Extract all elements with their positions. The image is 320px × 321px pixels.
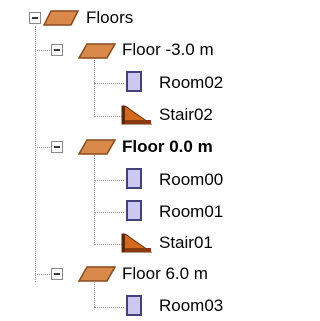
tree-node-floor[interactable]: Floor -3.0 m (0, 34, 243, 65)
tree-node-room[interactable]: Room03 (0, 290, 243, 321)
tree-node-floors[interactable]: Floors (0, 3, 243, 34)
stair-icon (121, 105, 152, 125)
tree-node-room[interactable]: Room02 (0, 67, 243, 98)
room-icon (126, 71, 142, 92)
tree-node-room[interactable]: Room01 (0, 196, 243, 227)
floor-icon (78, 139, 116, 155)
tree-node-floor[interactable]: Floor 0.0 m (0, 131, 243, 162)
tree-node-label: Room03 (159, 296, 224, 315)
collapse-icon[interactable] (51, 268, 63, 280)
tree-node-label: Room00 (159, 170, 224, 189)
tree-node-label: Room01 (159, 202, 224, 221)
tree-node-room[interactable]: Room00 (0, 164, 243, 195)
collapse-icon[interactable] (51, 44, 63, 56)
room-icon (126, 200, 142, 221)
tree-node-label: Room02 (159, 73, 224, 92)
tree-node-label: Floor -3.0 m (122, 40, 214, 59)
floor-icon (78, 43, 116, 59)
tree-node-label: Stair01 (159, 233, 213, 252)
stair-icon (121, 233, 152, 253)
tree-node-stair[interactable]: Stair01 (0, 227, 243, 258)
collapse-icon[interactable] (51, 141, 63, 153)
floor-icon (78, 266, 116, 282)
tree-node-stair[interactable]: Stair02 (0, 99, 243, 130)
tree-node-label: Stair02 (159, 105, 213, 124)
tree-node-label: Floor 6.0 m (122, 264, 208, 283)
tree-node-floor[interactable]: Floor 6.0 m (0, 258, 243, 289)
tree-node-label: Floors (86, 8, 134, 27)
collapse-icon[interactable] (29, 12, 41, 24)
room-icon (126, 295, 142, 316)
floor-icon (43, 10, 79, 26)
tree-node-label: Floor 0.0 m (122, 137, 213, 156)
room-icon (126, 168, 142, 189)
floor-tree[interactable]: Floors Floor -3.0 m Room02 Stair02 Floor… (0, 0, 243, 319)
